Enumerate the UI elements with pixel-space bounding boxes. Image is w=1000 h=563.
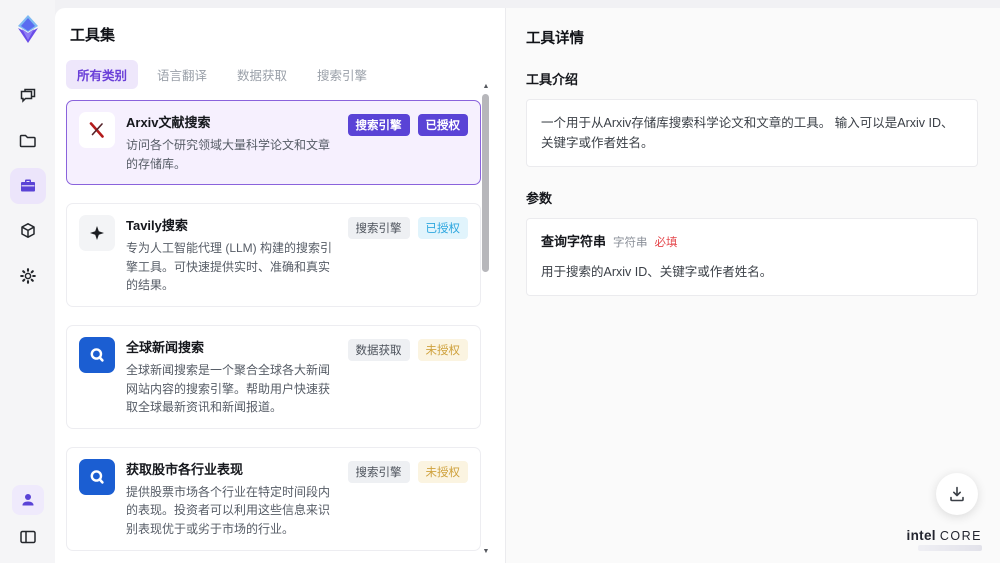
tool-name: Arxiv文献搜索 — [126, 115, 211, 130]
tool-card-body: 全球新闻搜索 全球新闻搜索是一个聚合全球各大新闻网站内容的搜索引擎。帮助用户快速… — [126, 337, 348, 417]
param-box: 查询字符串 字符串 必填 用于搜索的Arxiv ID、关键字或作者姓名。 — [526, 218, 978, 296]
tool-description: 访问各个研究领域大量科学论文和文章的存储库。 — [126, 138, 331, 171]
sidebar-item-chat[interactable] — [10, 78, 46, 114]
param-name: 查询字符串 — [541, 234, 607, 249]
sidebar-item-settings[interactable] — [10, 258, 46, 294]
chat-icon — [18, 86, 38, 106]
sidebar-item-packages[interactable] — [10, 213, 46, 249]
tool-cards: Arxiv文献搜索 访问各个研究领域大量科学论文和文章的存储库。 搜索引擎 已授… — [66, 100, 481, 563]
tool-detail-panel: 工具详情 工具介绍 一个用于从Arxiv存储库搜索科学论文和文章的工具。 输入可… — [505, 8, 1000, 563]
category-tag: 搜索引擎 — [347, 217, 410, 240]
category-tab-1[interactable]: 语言翻译 — [146, 60, 218, 89]
intro-text: 一个用于从Arxiv存储库搜索科学论文和文章的工具。 输入可以是Arxiv ID… — [541, 116, 954, 150]
tool-card[interactable]: 获取股市各行业表现 提供股票市场各个行业在特定时间段内的表现。投资者可以利用这些… — [66, 446, 481, 551]
news-blue-icon — [79, 336, 115, 373]
sidebar-item-tools[interactable] — [9, 168, 46, 204]
tool-name: 全球新闻搜索 — [126, 339, 205, 355]
tool-card-body: Arxiv文献搜索 访问各个研究领域大量科学论文和文章的存储库。 — [126, 112, 348, 173]
intro-heading: 工具介绍 — [526, 72, 579, 87]
user-icon — [19, 491, 37, 509]
list-scrollbar[interactable]: ▲ ▼ — [481, 82, 491, 555]
tool-description: 专为人工智能代理 (LLM) 构建的搜索引擎工具。可快速提供实时、准确和真实的结… — [126, 241, 333, 293]
intro-box: 一个用于从Arxiv存储库搜索科学论文和文章的工具。 输入可以是Arxiv ID… — [526, 99, 978, 167]
brand-badge — [918, 545, 982, 551]
category-tab-3[interactable]: 搜索引擎 — [306, 60, 378, 89]
auth-status-badge: 已授权 — [417, 114, 468, 136]
intel-core-logo: intel core — [907, 528, 982, 551]
tool-tags: 数据获取 未授权 — [347, 337, 468, 361]
brand-text: intel core — [906, 528, 982, 543]
tool-card[interactable]: 全球新闻搜索 全球新闻搜索是一个聚合全球各大新闻网站内容的搜索引擎。帮助用户快速… — [66, 324, 481, 429]
auth-status-badge: 未授权 — [417, 460, 468, 483]
param-type: 字符串 — [613, 237, 648, 249]
param-required-badge: 必填 — [654, 237, 678, 249]
auth-status-badge: 未授权 — [417, 338, 468, 361]
tool-name: Tavily搜索 — [126, 218, 188, 234]
category-tab-2[interactable]: 数据获取 — [226, 60, 298, 89]
arxiv-icon — [79, 112, 115, 148]
main-content: 工具集 所有类别 语言翻译 数据获取 搜索引擎 Arxiv文献搜索 访问各个研究领域大… — [55, 8, 1000, 563]
tool-card[interactable]: Arxiv文献搜索 访问各个研究领域大量科学论文和文章的存储库。 搜索引擎 已授… — [66, 100, 481, 186]
tavily-icon — [79, 215, 115, 252]
scrollbar-thumb[interactable] — [482, 94, 489, 272]
category-tag: 搜索引擎 — [347, 460, 410, 483]
tool-description: 提供股票市场各个行业在特定时间段内的表现。投资者可以利用这些信息来识别表现优于或… — [126, 484, 331, 536]
page-title: 工具集 — [70, 27, 116, 44]
gear-icon — [18, 266, 38, 286]
sidebar-item-files[interactable] — [10, 123, 46, 159]
auth-status-badge: 已授权 — [417, 217, 468, 240]
scroll-up-icon[interactable]: ▲ — [481, 82, 491, 90]
app-logo-icon — [11, 12, 45, 46]
tool-list-panel: 工具集 所有类别 语言翻译 数据获取 搜索引擎 Arxiv文献搜索 访问各个研究领域大… — [55, 8, 505, 563]
tool-tags: 搜索引擎 已授权 — [347, 215, 468, 240]
briefcase-icon — [18, 176, 38, 196]
panel-toggle-icon — [18, 527, 38, 547]
tool-tags: 搜索引擎 已授权 — [347, 112, 468, 136]
scroll-down-icon[interactable]: ▼ — [481, 547, 491, 555]
params-heading: 参数 — [526, 191, 553, 206]
category-tag: 数据获取 — [347, 338, 410, 361]
param-head: 查询字符串 字符串 必填 — [541, 232, 963, 253]
tool-card-body: 获取股市各行业表现 提供股票市场各个行业在特定时间段内的表现。投资者可以利用这些… — [126, 459, 348, 539]
tool-tags: 搜索引擎 未授权 — [347, 459, 468, 483]
detail-title: 工具详情 — [526, 31, 584, 47]
tool-name: 获取股市各行业表现 — [126, 461, 244, 477]
folder-icon — [18, 131, 38, 151]
rail-nav — [9, 78, 46, 294]
app-window: 工具集 所有类别 语言翻译 数据获取 搜索引擎 Arxiv文献搜索 访问各个研究领域大… — [0, 0, 1000, 563]
param-desc: 用于搜索的Arxiv ID、关键字或作者姓名。 — [541, 264, 773, 279]
download-icon — [947, 484, 967, 504]
category-tag: 搜索引擎 — [347, 114, 410, 136]
news-blue-icon — [79, 458, 115, 495]
tool-description: 全球新闻搜索是一个聚合全球各大新闻网站内容的搜索引擎。帮助用户快速获取全球最新资… — [126, 362, 331, 415]
sidebar-item-panel-toggle[interactable] — [10, 519, 46, 555]
cube-icon — [18, 221, 38, 241]
category-tabs: 所有类别 语言翻译 数据获取 搜索引擎 — [66, 60, 505, 89]
left-rail — [0, 0, 55, 563]
rail-bottom — [0, 485, 55, 555]
download-button[interactable] — [936, 473, 978, 515]
tool-card[interactable]: Tavily搜索 专为人工智能代理 (LLM) 构建的搜索引擎工具。可快速提供实… — [66, 203, 481, 307]
sidebar-item-user[interactable] — [11, 485, 44, 515]
tool-card-body: Tavily搜索 专为人工智能代理 (LLM) 构建的搜索引擎工具。可快速提供实… — [126, 215, 348, 295]
category-tab-0[interactable]: 所有类别 — [66, 60, 139, 89]
